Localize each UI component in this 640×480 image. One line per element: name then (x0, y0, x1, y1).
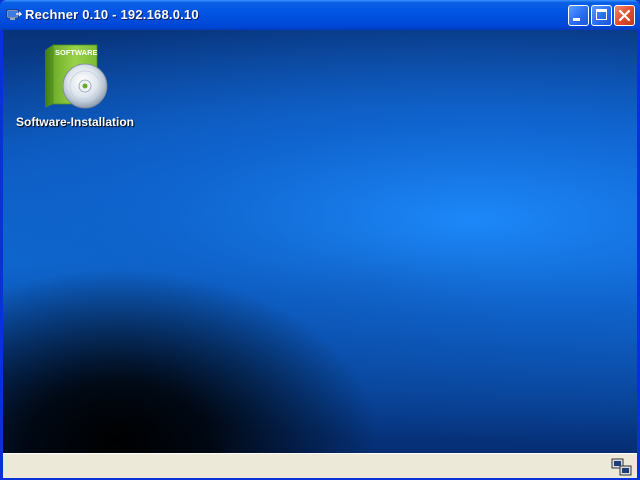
maximize-button[interactable] (591, 5, 612, 26)
window-title: Rechner 0.10 - 192.168.0.10 (25, 7, 199, 22)
software-box-text: SOFTWARE (55, 48, 98, 57)
minimize-button[interactable] (568, 5, 589, 26)
software-box-cd-icon: SOFTWARE (45, 44, 108, 109)
monitor-icon[interactable] (611, 458, 633, 476)
close-button[interactable] (614, 5, 635, 26)
desktop-icon-software-installation[interactable]: SOFTWARE Software-Installation (11, 42, 139, 132)
remote-desktop-window: Rechner 0.10 - 192.168.0.10 SOFTWARE Sof… (0, 0, 640, 480)
close-icon (618, 9, 631, 22)
maximize-icon (596, 9, 607, 20)
remote-desktop-area[interactable]: SOFTWARE Software-Installation (3, 30, 637, 453)
status-bar (3, 453, 637, 478)
minimize-icon (573, 18, 580, 21)
remote-desktop-icon (6, 9, 22, 20)
title-bar[interactable]: Rechner 0.10 - 192.168.0.10 (0, 0, 640, 30)
desktop-icon-label: Software-Installation (15, 115, 134, 129)
